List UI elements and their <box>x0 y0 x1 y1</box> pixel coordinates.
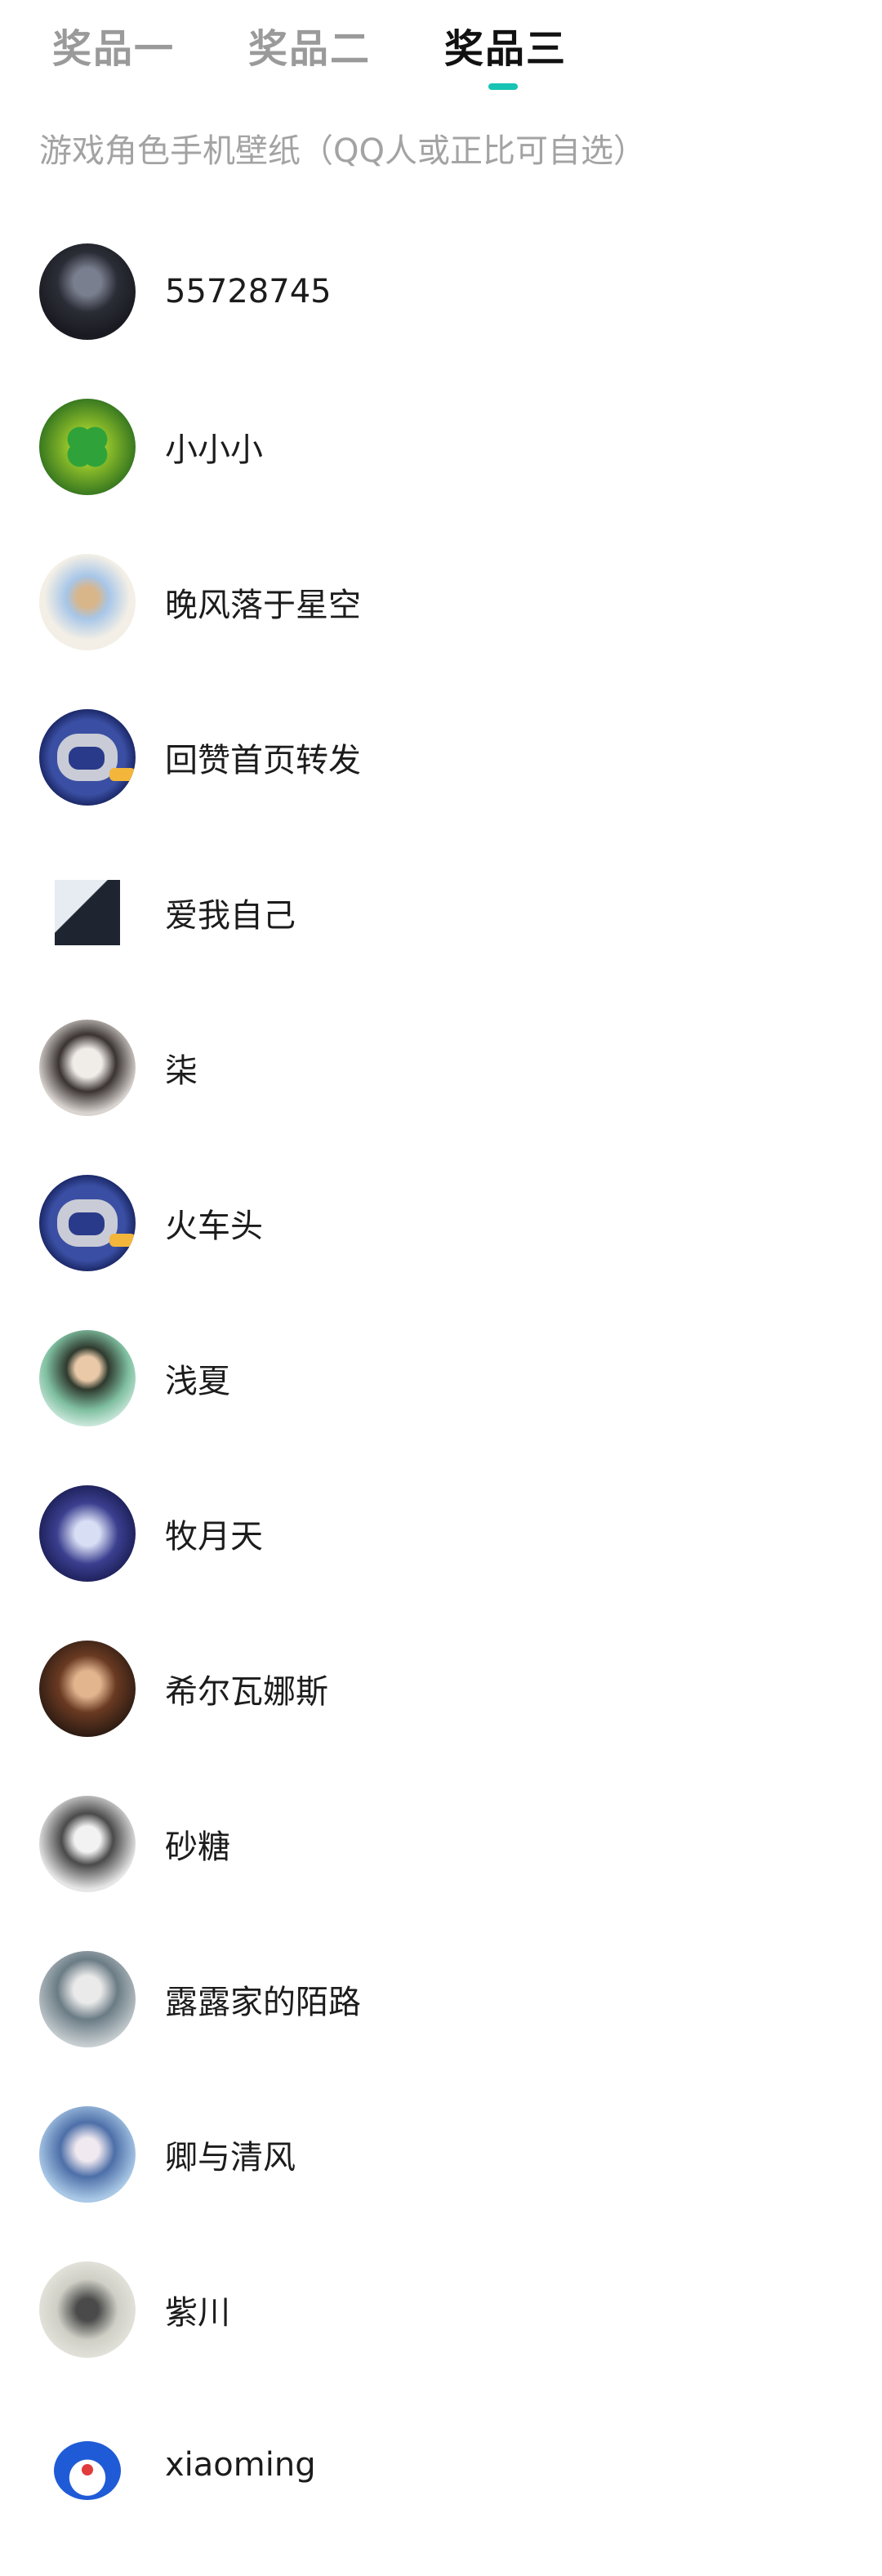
avatar <box>39 1330 136 1426</box>
list-item[interactable]: 回赞首页转发 <box>39 680 882 835</box>
list-item[interactable]: 砂糖 <box>39 1766 882 1922</box>
avatar <box>39 1951 136 2047</box>
winner-name: 回赞首页转发 <box>165 742 361 779</box>
avatar <box>39 709 136 806</box>
prize-description: 游戏角色手机壁纸（QQ人或正比可自选） <box>39 132 646 170</box>
avatar <box>39 399 136 495</box>
active-tab-indicator <box>488 83 518 90</box>
avatar <box>39 1175 136 1271</box>
list-item[interactable]: 晚风落于星空 <box>39 525 882 680</box>
avatar <box>39 2106 136 2203</box>
avatar <box>39 554 136 650</box>
tab-prize-2[interactable]: 奖品二 <box>248 0 444 74</box>
avatar <box>39 243 136 340</box>
winner-name: 晚风落于星空 <box>165 587 361 624</box>
avatar <box>39 1485 136 1582</box>
list-item[interactable]: 牧月天 <box>39 1456 882 1611</box>
list-item[interactable]: 浅夏 <box>39 1301 882 1456</box>
avatar <box>39 1641 136 1737</box>
list-item[interactable]: 紫川 <box>39 2232 882 2387</box>
list-item[interactable]: 火车头 <box>39 1145 882 1301</box>
winner-name: 小小小 <box>165 431 263 469</box>
winner-name: 卿与清风 <box>165 2139 296 2176</box>
tab-prize-3-label: 奖品三 <box>444 26 568 72</box>
winner-name: 露露家的陌路 <box>165 1984 361 2021</box>
list-item[interactable]: 露露家的陌路 <box>39 1922 882 2077</box>
list-item[interactable]: 柒 <box>39 990 882 1145</box>
list-item[interactable]: xiaoming <box>39 2387 882 2543</box>
winner-name: 紫川 <box>165 2294 230 2332</box>
winner-name: 柒 <box>165 1052 198 1090</box>
avatar <box>55 880 120 945</box>
list-item[interactable]: 小小小 <box>39 369 882 525</box>
list-item[interactable]: 爱我自己 <box>39 835 882 990</box>
winner-name: 牧月天 <box>165 1518 263 1556</box>
winner-list: 55728745 小小小 晚风落于星空 回赞首页转发 爱我自己 柒 火车头 浅夏… <box>0 214 882 2543</box>
winner-name: 55728745 <box>165 273 332 310</box>
prize-tabs: 奖品一 奖品二 奖品三 <box>0 0 882 90</box>
avatar <box>39 2417 136 2513</box>
tab-prize-3[interactable]: 奖品三 <box>444 0 640 90</box>
winner-name: xiaoming <box>165 2446 316 2484</box>
list-item[interactable]: 卿与清风 <box>39 2077 882 2232</box>
list-item[interactable]: 55728745 <box>39 214 882 369</box>
tab-prize-1[interactable]: 奖品一 <box>52 0 248 74</box>
winner-name: 希尔瓦娜斯 <box>165 1673 328 1711</box>
winner-name: 砂糖 <box>165 1828 230 1866</box>
avatar <box>39 2261 136 2358</box>
winner-name: 爱我自己 <box>165 897 296 935</box>
avatar <box>39 1796 136 1892</box>
winner-name: 火车头 <box>165 1208 263 1245</box>
avatar <box>39 1020 136 1116</box>
winner-name: 浅夏 <box>165 1363 230 1400</box>
list-item[interactable]: 希尔瓦娜斯 <box>39 1611 882 1766</box>
